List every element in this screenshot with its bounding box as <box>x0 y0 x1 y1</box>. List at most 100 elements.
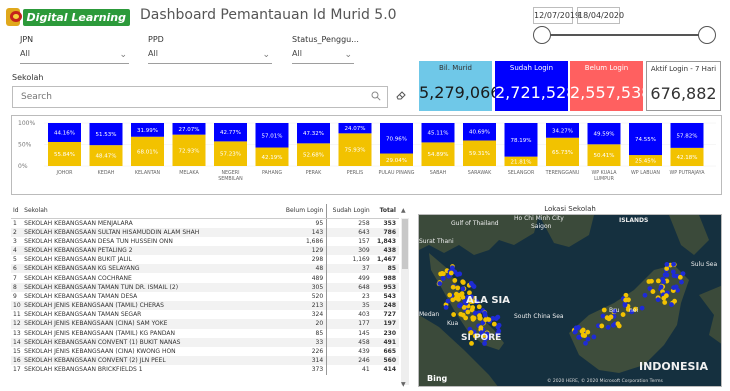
table-row[interactable]: 15 SEKOLAH JENIS KEBANGSAAN (CINA) KWONG … <box>11 346 399 357</box>
search-input[interactable] <box>13 87 353 107</box>
date-range-slider-track[interactable] <box>542 34 706 36</box>
school-location-map[interactable]: Gulf of Thailand Ho Chi Minh City Saigon… <box>418 214 722 387</box>
map-copyright[interactable]: © 2020 HERE, © 2020 Microsoft Corporatio… <box>547 379 663 384</box>
table-row[interactable]: 1 SEKOLAH KEBANGSAAN MENJALARA 95 258 353 <box>11 218 399 228</box>
school-marker[interactable] <box>601 307 607 313</box>
date-end-input[interactable]: 18/04/2020 <box>577 7 624 24</box>
school-marker[interactable] <box>662 272 668 278</box>
school-marker[interactable] <box>460 286 466 292</box>
school-marker[interactable] <box>672 298 677 304</box>
table-row[interactable]: 6 SEKOLAH KEBANGSAAN KG SELAYANG 48 37 85 <box>11 264 399 274</box>
school-marker[interactable] <box>455 272 460 277</box>
col-header-sekolah[interactable]: Sekolah <box>24 204 275 219</box>
school-marker[interactable] <box>458 302 463 308</box>
school-marker[interactable] <box>445 298 451 304</box>
school-marker[interactable] <box>655 297 661 303</box>
school-marker[interactable] <box>450 297 456 303</box>
school-marker[interactable] <box>443 304 449 310</box>
school-marker[interactable] <box>580 332 586 338</box>
table-row[interactable]: 8 SEKOLAH KEBANGSAAN TAMAN TUN DR. ISMAIL… <box>11 282 399 292</box>
school-marker[interactable] <box>664 266 670 271</box>
table-row[interactable]: 11 SEKOLAH KEBANGSAAN TAMAN SEGAR 324 403 72… <box>11 310 399 320</box>
school-marker[interactable] <box>478 325 484 331</box>
school-marker[interactable] <box>437 281 443 286</box>
school-marker[interactable] <box>649 278 654 284</box>
school-marker[interactable] <box>468 280 474 286</box>
table-scrollbar-thumb[interactable] <box>402 219 408 269</box>
school-marker[interactable] <box>573 329 578 334</box>
school-marker[interactable] <box>608 314 614 320</box>
school-marker[interactable] <box>463 315 469 321</box>
table-row[interactable]: 2 SEKOLAH KEBANGSAAN SULTAN HISAMUDDIN AL… <box>11 227 399 237</box>
school-marker[interactable] <box>585 336 591 342</box>
school-marker[interactable] <box>472 310 478 316</box>
school-marker[interactable] <box>620 312 626 317</box>
col-header-total[interactable]: Total <box>372 204 399 219</box>
date-slider-end-handle[interactable] <box>698 26 716 44</box>
filter-ppd-select[interactable]: All ⌄ <box>148 49 272 64</box>
school-marker[interactable] <box>450 284 456 290</box>
school-marker[interactable] <box>451 312 457 317</box>
school-marker[interactable] <box>491 321 497 327</box>
school-marker[interactable] <box>486 317 492 322</box>
school-marker[interactable] <box>470 315 476 321</box>
scroll-up-icon[interactable]: ▲ <box>401 207 406 214</box>
school-marker[interactable] <box>452 278 458 283</box>
school-marker[interactable] <box>639 305 645 311</box>
table-row[interactable]: 3 SEKOLAH KEBANGSAAN DESA TUN HUSSEIN ONN… <box>11 236 399 246</box>
school-marker[interactable] <box>599 323 605 329</box>
school-marker[interactable] <box>658 284 664 290</box>
table-row[interactable]: 17 SEKOLAH KEBANGSAAN BRICKFIELDS 1 373 41 4… <box>11 365 399 375</box>
school-marker[interactable] <box>591 334 597 340</box>
eraser-icon[interactable] <box>395 89 407 101</box>
school-marker[interactable] <box>663 293 669 299</box>
school-marker[interactable] <box>660 276 666 282</box>
table-row[interactable]: 4 SEKOLAH KEBANGSAAN PETALING 2 129 309 438 <box>11 245 399 256</box>
col-header-sudah-login[interactable]: Sudah Login <box>326 204 373 219</box>
filter-jpn-select[interactable]: All ⌄ <box>20 49 129 64</box>
school-marker[interactable] <box>439 270 445 276</box>
school-marker[interactable] <box>605 324 611 330</box>
school-marker[interactable] <box>576 334 582 340</box>
school-marker[interactable] <box>482 313 488 318</box>
school-marker[interactable] <box>447 292 453 298</box>
col-header-belum-login[interactable]: Belum Login <box>274 204 328 219</box>
date-start-input[interactable]: 12/07/2019 <box>533 7 580 24</box>
col-header-id[interactable]: Id <box>11 204 25 219</box>
table-row[interactable]: 7 SEKOLAH KEBANGSAAN COCHRANE 489 499 988 <box>11 273 399 283</box>
table-row[interactable]: 14 SEKOLAH KEBANGSAAN CONVENT (1) BUKIT N… <box>11 337 399 347</box>
school-marker[interactable] <box>460 280 466 285</box>
scroll-down-icon[interactable]: ▼ <box>401 381 406 388</box>
school-marker[interactable] <box>662 300 668 305</box>
school-marker[interactable] <box>458 311 464 317</box>
table-row[interactable]: 9 SEKOLAH KEBANGSAAN TAMAN DESA 520 23 543 <box>11 291 399 301</box>
date-slider-start-handle[interactable] <box>533 26 551 44</box>
table-row[interactable]: 16 SEKOLAH KEBANGSAAN CONVENT (2) JLN PEE… <box>11 356 399 366</box>
school-marker[interactable] <box>664 262 670 267</box>
search-icon[interactable] <box>371 91 381 101</box>
school-marker[interactable] <box>671 261 677 267</box>
table-row[interactable]: 5 SEKOLAH KEBANGSAAN BUKIT JALIL 298 1,169 1… <box>11 255 399 265</box>
school-marker[interactable] <box>650 289 656 294</box>
table-row[interactable]: 13 SEKOLAH JENIS KEBANGSAAN (TAMIL) KG PA… <box>11 328 399 338</box>
school-marker[interactable] <box>449 265 455 271</box>
school-marker[interactable] <box>448 270 454 276</box>
school-marker[interactable] <box>456 296 461 302</box>
school-marker[interactable] <box>623 297 629 303</box>
school-marker[interactable] <box>583 340 588 346</box>
school-marker[interactable] <box>679 279 684 285</box>
school-marker[interactable] <box>655 278 661 284</box>
school-marker[interactable] <box>671 285 676 291</box>
school-marker[interactable] <box>440 276 446 281</box>
school-marker[interactable] <box>615 321 621 327</box>
school-marker[interactable] <box>495 314 501 320</box>
table-row[interactable]: 12 SEKOLAH JENIS KEBANGSAAN (CINA) SAM YO… <box>11 319 399 329</box>
school-marker[interactable] <box>477 315 483 321</box>
filter-status-select[interactable]: All ⌄ <box>292 49 354 64</box>
school-marker[interactable] <box>585 329 591 335</box>
school-marker[interactable] <box>642 292 648 298</box>
school-marker[interactable] <box>622 302 628 308</box>
school-marker[interactable] <box>465 309 471 315</box>
school-marker[interactable] <box>677 274 683 280</box>
school-marker[interactable] <box>611 322 616 328</box>
